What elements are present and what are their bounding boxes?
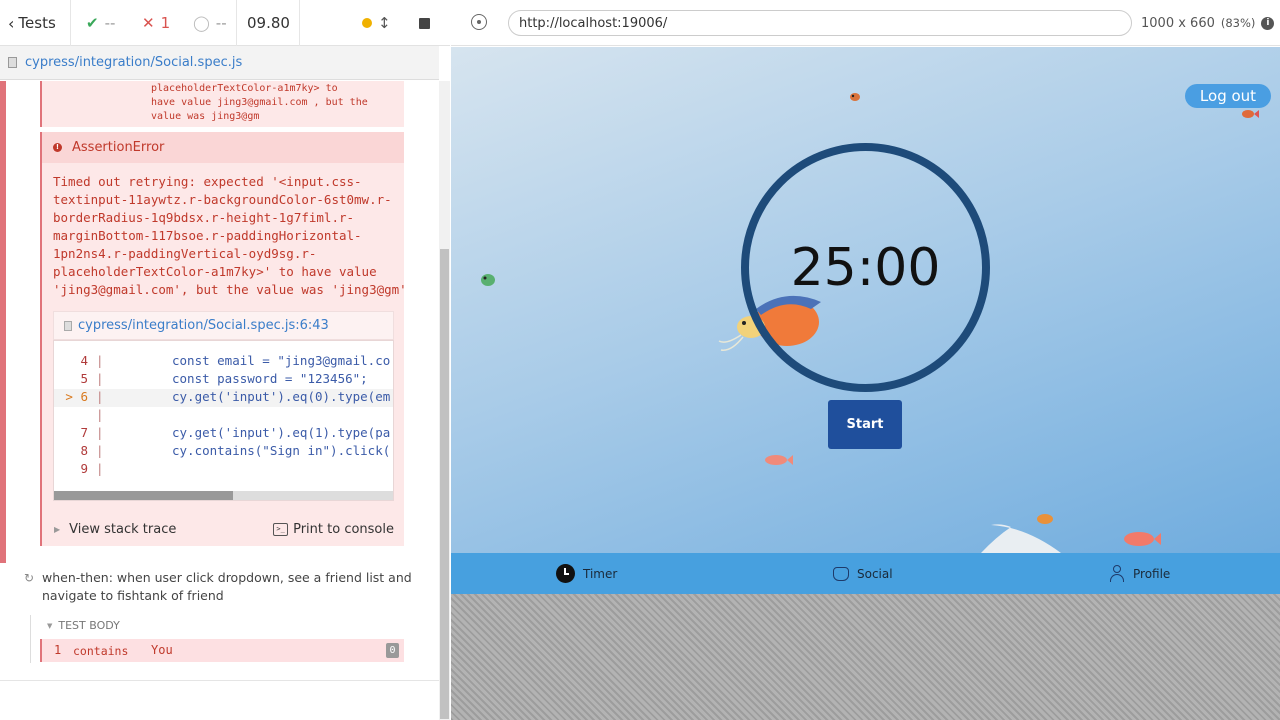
- viewport-info: 1000 x 660 (83%) i: [1141, 0, 1275, 46]
- error-title: AssertionError: [72, 140, 165, 155]
- shark-fin-icon: [981, 524, 1061, 553]
- command-log[interactable]: placeholderTextColor-a1m7ky> to have val…: [0, 81, 439, 680]
- fish-icon: [765, 455, 793, 465]
- chevron-left-icon: ‹: [8, 13, 15, 33]
- code-frame: 4 | const email = "jing3@gmail.co 5 | const …: [53, 340, 394, 501]
- start-button[interactable]: Start: [828, 400, 902, 449]
- code-line: 9 |: [80, 461, 104, 476]
- error-message: Timed out retrying: expected '<input.css…: [53, 174, 407, 297]
- duration: 09.80: [247, 14, 290, 32]
- caret-right-icon: ▶: [54, 524, 61, 534]
- file-icon: [8, 57, 17, 68]
- x-icon: ✕: [142, 14, 155, 32]
- reporter-header: ‹ Tests ✔ -- ✕ 1 ◯ -- 09.80 ↕: [0, 0, 450, 46]
- code-line: 5 | const password = "123456";: [80, 371, 368, 386]
- test-reporter: ‹ Tests ✔ -- ✕ 1 ◯ -- 09.80 ↕ cypress/in…: [0, 0, 450, 720]
- selector-playground-icon[interactable]: [471, 14, 487, 30]
- code-frame-file-link[interactable]: cypress/integration/Social.spec.js:6:43: [53, 311, 394, 340]
- passed-count: ✔ --: [86, 14, 116, 32]
- unused-viewport-area: [451, 594, 1280, 720]
- clock-icon: [556, 564, 575, 583]
- code-line-highlighted: > 6 | cy.get('input').eq(0).type(em: [54, 389, 393, 407]
- pending-count: ◯ --: [193, 14, 227, 32]
- code-line: 8 | cy.contains("Sign in").click(: [80, 443, 391, 458]
- status-dot-icon: [362, 18, 372, 28]
- back-to-tests-button[interactable]: ‹ Tests: [8, 0, 70, 46]
- file-icon: [64, 320, 72, 331]
- logout-button[interactable]: Log out: [1185, 84, 1271, 108]
- command-name: contains: [73, 644, 129, 658]
- fish-icon: [1242, 110, 1259, 118]
- code-scroll-thumb[interactable]: [54, 491, 233, 500]
- command-count-badge: 0: [386, 643, 399, 658]
- next-test-title[interactable]: ↻ when-then: when user click dropdown, s…: [24, 569, 424, 605]
- refresh-icon: ↻: [24, 571, 35, 585]
- user-icon: [1109, 565, 1125, 582]
- print-to-console-button[interactable]: >_ Print to console: [273, 512, 394, 546]
- tab-timer[interactable]: Timer: [556, 553, 617, 594]
- auto-scroll-toggle[interactable]: ↕: [362, 0, 391, 46]
- tab-profile[interactable]: Profile: [1109, 553, 1170, 594]
- code-line: |: [96, 407, 104, 422]
- error-icon: !: [53, 143, 62, 152]
- url-input[interactable]: http://localhost:19006/: [508, 10, 1132, 36]
- bottom-tab-bar: Timer Social Profile: [451, 553, 1280, 594]
- info-icon[interactable]: i: [1261, 16, 1275, 30]
- code-line: 4 | const email = "jing3@gmail.co: [80, 353, 391, 368]
- browser-url-bar: http://localhost:19006/ 1000 x 660 (83%)…: [451, 0, 1280, 46]
- circle-icon: ◯: [193, 14, 210, 32]
- fish-icon: [1124, 532, 1161, 546]
- fish-icon: [481, 274, 495, 286]
- failed-test-indicator: [0, 81, 6, 563]
- check-icon: ✔: [86, 14, 99, 32]
- error-actions: ▶ View stack trace >_ Print to console: [42, 512, 404, 546]
- tab-social[interactable]: Social: [833, 553, 893, 594]
- fish-icon: [850, 93, 860, 101]
- terminal-icon: >_: [273, 522, 289, 536]
- stop-button[interactable]: [419, 0, 430, 46]
- stop-icon: [419, 17, 430, 29]
- previous-error-tail: placeholderTextColor-a1m7ky> to have val…: [40, 81, 404, 127]
- fishbowl-icon: [833, 566, 849, 581]
- error-header: ! AssertionError: [42, 132, 404, 163]
- timer-display: 25:00: [790, 237, 941, 298]
- reporter-footer: [0, 680, 439, 720]
- spec-file-path[interactable]: cypress/integration/Social.spec.js: [0, 46, 439, 80]
- command-row[interactable]: 1 contains You 0: [40, 639, 404, 662]
- scroll-arrows-icon: ↕: [378, 14, 391, 32]
- view-stack-trace-button[interactable]: ▶ View stack trace: [54, 512, 176, 546]
- scroll-thumb[interactable]: [440, 249, 449, 719]
- fish-icon: [1037, 514, 1053, 524]
- caret-down-icon: ▼: [47, 621, 53, 630]
- failed-count: ✕ 1: [142, 14, 171, 32]
- code-line: 7 | cy.get('input').eq(1).type(pa: [80, 425, 391, 440]
- code-horizontal-scrollbar[interactable]: [54, 491, 393, 500]
- command-argument: You: [151, 643, 173, 657]
- test-body-toggle[interactable]: ▼ TEST BODY: [47, 619, 120, 632]
- app-viewport: Log out 25:00 Start Timer Social Profile: [451, 47, 1280, 594]
- reporter-scrollbar[interactable]: [439, 81, 450, 720]
- timer-ring: 25:00: [741, 143, 990, 392]
